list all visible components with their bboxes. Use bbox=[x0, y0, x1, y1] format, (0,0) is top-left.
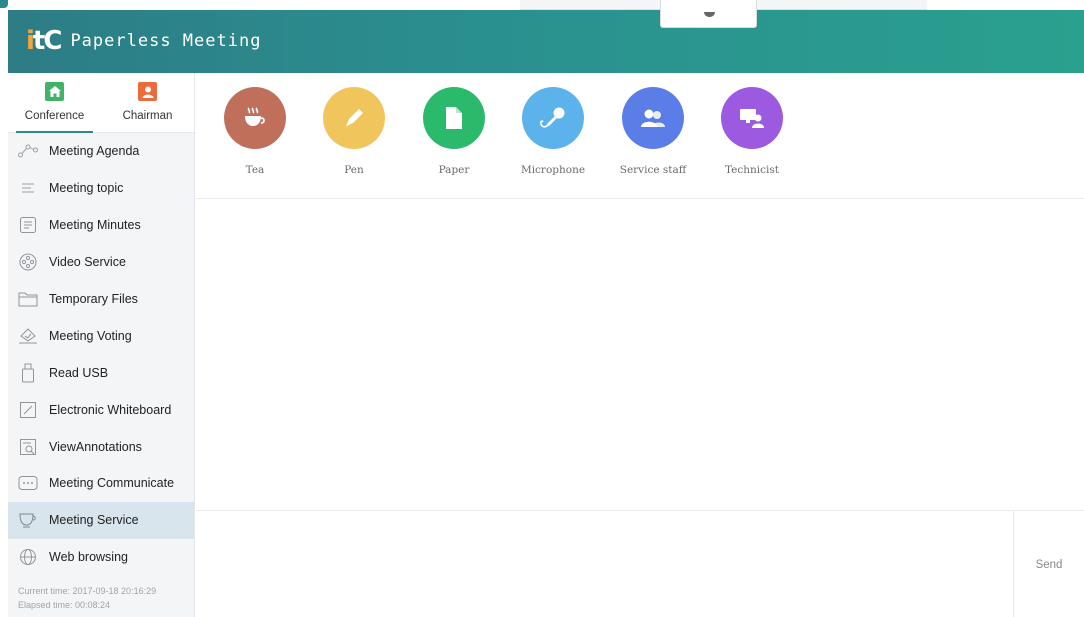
service-staff-button[interactable]: Service staff bbox=[603, 87, 703, 176]
sidebar-item-meeting-agenda[interactable]: Meeting Agenda bbox=[8, 133, 194, 170]
sidebar-item-label: Video Service bbox=[49, 255, 126, 270]
compose-area: Send bbox=[196, 510, 1084, 617]
sidebar-item-label: Meeting topic bbox=[49, 181, 124, 196]
sidebar-item-label: Meeting Service bbox=[49, 513, 139, 528]
minutes-icon bbox=[18, 215, 38, 235]
list-icon bbox=[18, 178, 38, 198]
service-microphone-button[interactable]: Microphone bbox=[503, 87, 603, 176]
window-top-strip bbox=[0, 0, 1084, 28]
sidebar-item-video-service[interactable]: Video Service bbox=[8, 244, 194, 281]
sidebar-item-label: Temporary Files bbox=[49, 292, 138, 306]
message-input[interactable] bbox=[196, 511, 1013, 617]
service-pen-button[interactable]: Pen bbox=[304, 87, 404, 176]
staff-icon bbox=[622, 87, 684, 149]
agenda-icon bbox=[18, 141, 38, 161]
person-icon bbox=[138, 82, 157, 101]
annotation-icon bbox=[18, 437, 38, 457]
folder-icon bbox=[18, 289, 38, 309]
home-icon bbox=[45, 82, 64, 101]
sidebar-item-read-usb[interactable]: Read USB bbox=[8, 354, 194, 391]
technician-icon bbox=[721, 87, 783, 149]
sidebar-item-meeting-voting[interactable]: Meeting Voting bbox=[8, 317, 194, 354]
sidebar-item-label: Meeting Communicate bbox=[49, 476, 175, 491]
itc-logo-icon: itC bbox=[26, 26, 62, 56]
sidebar-item-meeting-communicate[interactable]: Meeting Communicate bbox=[8, 465, 194, 502]
whiteboard-icon bbox=[18, 400, 38, 420]
usb-icon bbox=[18, 363, 38, 383]
globe-icon bbox=[18, 547, 38, 567]
service-label: Tea bbox=[245, 164, 265, 176]
service-technicist-button[interactable]: Technicist bbox=[702, 87, 802, 176]
sidebar-item-web-browsing[interactable]: Web browsing bbox=[8, 539, 194, 576]
handle-knob-icon bbox=[704, 12, 715, 17]
time-info: Current time: 2017-09-18 20:16:29 Elapse… bbox=[8, 577, 194, 617]
tab-conference[interactable]: Conference bbox=[8, 73, 101, 133]
vote-icon bbox=[18, 326, 38, 346]
service-label: Service staff bbox=[619, 164, 687, 176]
film-reel-icon bbox=[18, 252, 38, 272]
microphone-icon bbox=[522, 87, 584, 149]
service-label: Technicist bbox=[724, 164, 779, 176]
tab-chairman[interactable]: Chairman bbox=[101, 73, 194, 133]
elapsed-time: Elapsed time: 00:08:24 bbox=[18, 600, 111, 610]
top-bar-segment bbox=[520, 0, 660, 10]
tab-label: Chairman bbox=[122, 110, 173, 122]
app-logo: itC Paperless Meeting bbox=[26, 26, 262, 56]
sidebar-item-label: Meeting Minutes bbox=[49, 218, 141, 233]
sidebar-item-label: Read USB bbox=[49, 365, 109, 380]
service-tea-button[interactable]: Tea bbox=[205, 87, 305, 176]
app-header: itC Paperless Meeting bbox=[8, 10, 1084, 73]
service-label: Paper bbox=[438, 164, 470, 176]
tab-label: Conference bbox=[24, 110, 85, 122]
sidebar: Conference Chairman Meeting Agenda Meeti… bbox=[8, 73, 195, 617]
pull-down-handle[interactable] bbox=[660, 0, 757, 28]
service-paper-button[interactable]: Paper bbox=[404, 87, 504, 176]
sidebar-item-label: Meeting Voting bbox=[49, 328, 132, 343]
pen-icon bbox=[323, 87, 385, 149]
sidebar-item-view-annotations[interactable]: ViewAnnotations bbox=[8, 428, 194, 465]
sidebar-menu: Meeting Agenda Meeting topic Meeting Min… bbox=[8, 133, 194, 576]
sidebar-item-label: Meeting Agenda bbox=[49, 144, 140, 159]
tea-cup-icon bbox=[224, 87, 286, 149]
app-title: Paperless Meeting bbox=[70, 31, 262, 51]
sidebar-item-meeting-service[interactable]: Meeting Service bbox=[8, 501, 194, 539]
paper-icon bbox=[423, 87, 485, 149]
current-time: Current time: 2017-09-18 20:16:29 bbox=[18, 586, 157, 596]
service-label: Microphone bbox=[520, 164, 586, 176]
sidebar-item-temporary-files[interactable]: Temporary Files bbox=[8, 281, 194, 318]
send-button[interactable]: Send bbox=[1013, 511, 1084, 617]
top-bar-segment bbox=[757, 0, 927, 10]
sidebar-item-label: ViewAnnotations bbox=[49, 439, 142, 454]
cup-icon bbox=[18, 510, 38, 530]
sidebar-item-label: Web browsing bbox=[49, 550, 128, 565]
sidebar-item-label: Electronic Whiteboard bbox=[49, 402, 172, 417]
chat-icon bbox=[18, 473, 38, 493]
sidebar-item-meeting-topic[interactable]: Meeting topic bbox=[8, 170, 194, 207]
role-tabs: Conference Chairman bbox=[8, 73, 194, 133]
sidebar-item-electronic-whiteboard[interactable]: Electronic Whiteboard bbox=[8, 391, 194, 428]
corner-mark bbox=[0, 0, 8, 8]
sidebar-item-meeting-minutes[interactable]: Meeting Minutes bbox=[8, 207, 194, 244]
service-label: Pen bbox=[344, 164, 364, 176]
message-history bbox=[196, 199, 1084, 510]
service-options: Tea Pen Paper Microphone Service staff T… bbox=[196, 73, 1084, 199]
